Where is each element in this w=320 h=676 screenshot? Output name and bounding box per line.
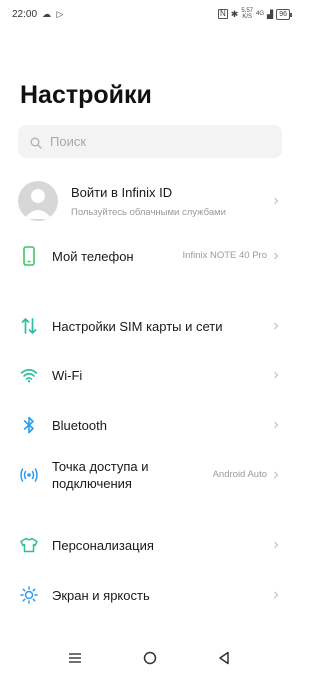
personalization-row[interactable]: Персонализация — [0, 529, 300, 561]
status-bar: 22:00 ☁ ▷ N ✱ 5,57 K/S 4G ▟ 96 — [0, 0, 300, 30]
bluetooth-label: Bluetooth — [52, 418, 107, 433]
hotspot-value: Android Auto — [212, 469, 267, 480]
menu-icon[interactable] — [67, 650, 83, 666]
status-time: 22:00 — [12, 9, 38, 20]
battery-icon: 96 — [276, 8, 292, 20]
hotspot-icon — [18, 464, 40, 486]
search-input[interactable] — [50, 134, 270, 149]
bluetooth-row[interactable]: Bluetooth — [0, 409, 300, 441]
home-icon[interactable] — [142, 650, 158, 666]
wifi-row[interactable]: Wi-Fi — [0, 359, 300, 391]
display-label: Экран и яркость — [52, 588, 150, 603]
account-row[interactable]: Войти в Infinix ID Пользуйтесь облачными… — [0, 170, 300, 232]
wifi-icon — [18, 364, 40, 386]
hotspot-label: Точка доступа и подключения — [52, 459, 149, 491]
chevron-right-icon — [272, 252, 280, 260]
my-phone-row[interactable]: Мой телефон Infinix NOTE 40 Pro — [0, 240, 300, 272]
sim-settings-label: Настройки SIM карты и сети — [52, 319, 223, 334]
cloud-icon: ☁ — [42, 9, 51, 19]
search-icon — [30, 136, 42, 149]
bluetooth-status-icon: ✱ — [230, 8, 239, 19]
chevron-right-icon — [272, 371, 280, 379]
chevron-right-icon — [272, 471, 280, 479]
brightness-icon — [18, 584, 40, 606]
back-icon[interactable] — [216, 650, 232, 666]
display-row[interactable]: Экран и яркость — [0, 579, 300, 611]
signal-icon: ▟ — [267, 9, 274, 19]
chevron-right-icon — [272, 421, 280, 429]
avatar — [18, 181, 58, 221]
chevron-right-icon — [272, 197, 280, 205]
account-subtitle: Пользуйтесь облачными службами — [71, 207, 226, 218]
page-title: Настройки — [20, 81, 152, 109]
sim-arrows-icon — [18, 315, 40, 337]
net-speed: 5,57 K/S — [241, 8, 254, 20]
chevron-right-icon — [272, 591, 280, 599]
sim-settings-row[interactable]: Настройки SIM карты и сети — [0, 310, 300, 342]
my-phone-label: Мой телефон — [52, 249, 134, 264]
bluetooth-icon — [18, 414, 40, 436]
search-bar[interactable] — [18, 125, 282, 158]
chevron-right-icon — [272, 322, 280, 330]
chevron-right-icon — [272, 541, 280, 549]
nfc-icon: N — [218, 9, 228, 19]
hotspot-row[interactable]: Точка доступа и подключения Android Auto — [0, 455, 300, 495]
my-phone-value: Infinix NOTE 40 Pro — [182, 250, 267, 261]
navigation-bar — [0, 640, 300, 676]
account-title: Войти в Infinix ID — [71, 185, 173, 200]
shirt-icon — [18, 534, 40, 556]
phone-icon — [18, 245, 40, 267]
status-left-icons: ☁ ▷ — [42, 9, 66, 20]
personalization-label: Персонализация — [52, 538, 154, 553]
wifi-label: Wi-Fi — [52, 368, 83, 383]
network-type: 4G — [256, 11, 265, 17]
status-right-icons: N ✱ 5,57 K/S 4G ▟ 96 — [218, 8, 292, 20]
play-store-icon: ▷ — [56, 9, 64, 19]
